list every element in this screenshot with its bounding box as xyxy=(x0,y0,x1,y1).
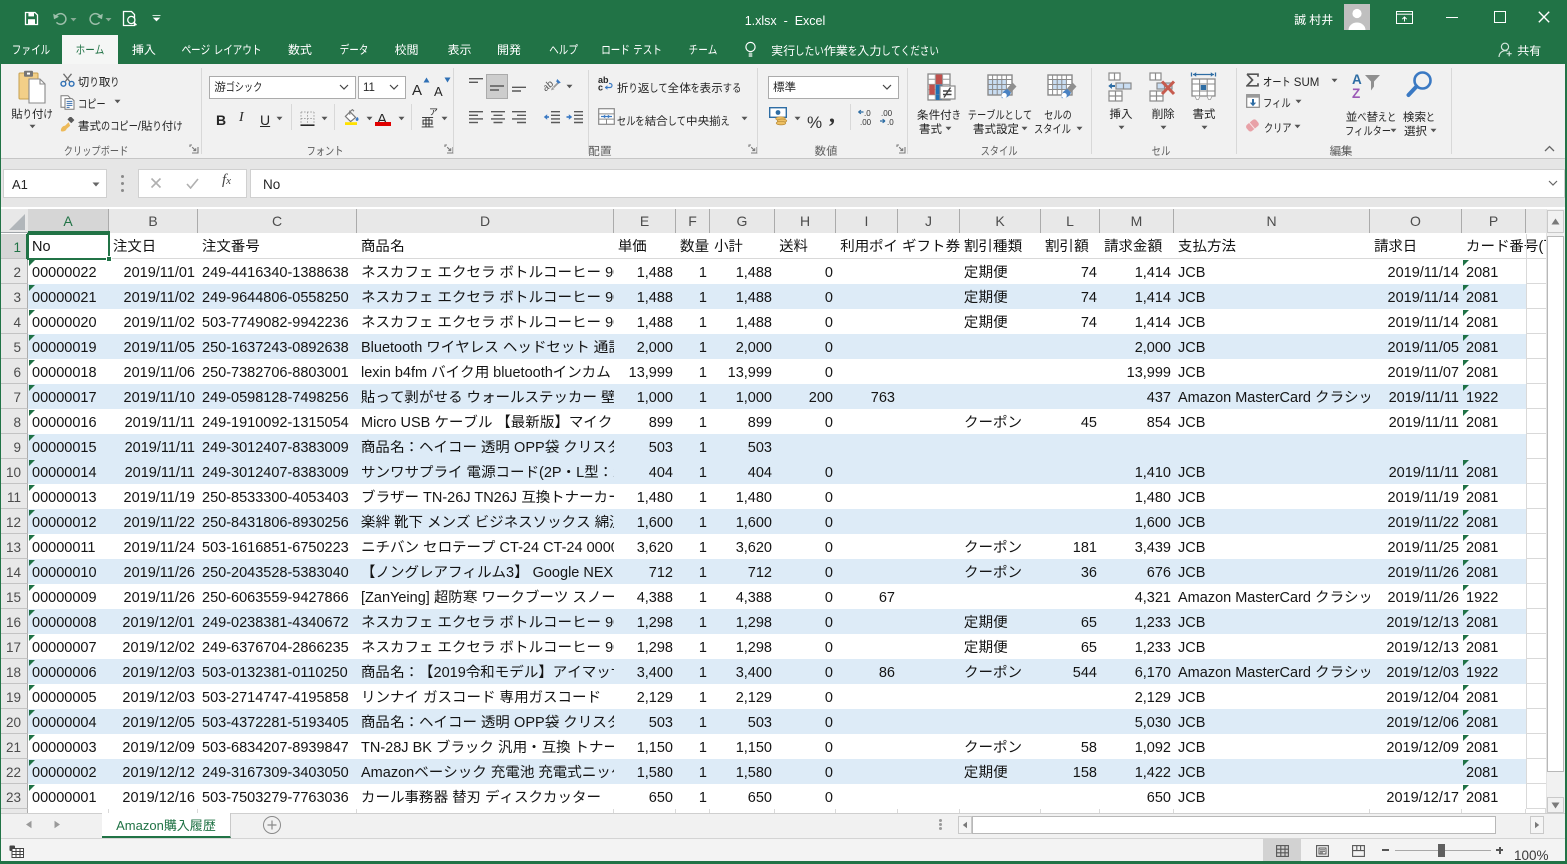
svg-text:Z: Z xyxy=(1352,86,1360,100)
svg-text:.00: .00 xyxy=(881,109,893,118)
svg-text:A: A xyxy=(1352,72,1362,87)
svg-text:.00: .00 xyxy=(860,118,872,126)
svg-text:.0: .0 xyxy=(864,109,871,118)
svg-text:ab: ab xyxy=(544,78,556,92)
svg-text:.0: .0 xyxy=(887,118,894,126)
svg-text:c: c xyxy=(598,83,603,92)
